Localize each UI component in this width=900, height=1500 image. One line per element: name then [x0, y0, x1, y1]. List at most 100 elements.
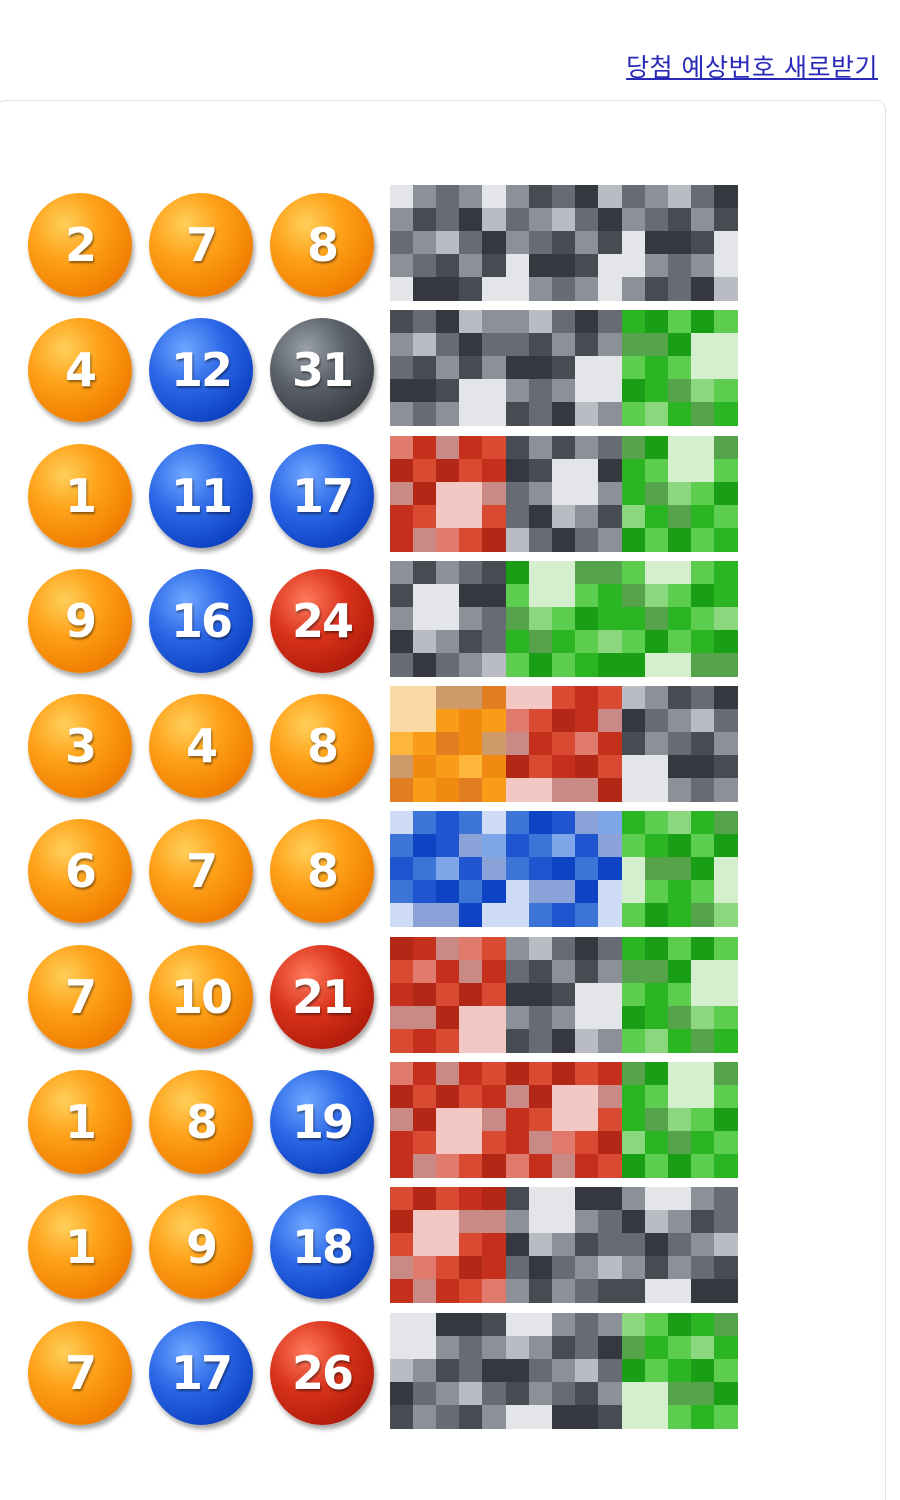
- mosaic-pixel: [598, 1233, 622, 1258]
- mosaic-pixel: [668, 1062, 692, 1087]
- mosaic-pixel: [552, 504, 576, 529]
- mosaic-pixel: [645, 1131, 669, 1156]
- mosaic-pixel: [645, 527, 669, 552]
- mosaic-pixel: [598, 277, 622, 301]
- mosaic-pixel: [436, 732, 460, 757]
- mosaic-pixel: [436, 583, 460, 608]
- mosaic-pixel: [436, 1131, 460, 1156]
- lotto-ball: 7: [28, 944, 132, 1049]
- mosaic-pixel: [691, 1358, 715, 1383]
- mosaic-pixel: [598, 755, 622, 780]
- mosaic-pixel: [552, 652, 576, 677]
- mosaic-pixel: [691, 606, 715, 631]
- mosaic-pixel: [529, 1131, 553, 1156]
- mosaic-pixel: [552, 778, 576, 803]
- mosaic-pixel: [390, 1154, 414, 1179]
- hidden-ball-mosaic: [622, 435, 738, 552]
- mosaic-pixel: [691, 1131, 715, 1156]
- mosaic-pixel: [482, 277, 506, 301]
- mosaic-pixel: [506, 1381, 530, 1406]
- mosaic-pixel: [691, 778, 715, 803]
- hidden-ball-mosaic: [622, 185, 738, 301]
- mosaic-pixel: [506, 629, 530, 654]
- mosaic-pixel: [575, 652, 599, 677]
- mosaic-pixel: [482, 310, 506, 335]
- hidden-ball-mosaic: [506, 435, 622, 552]
- mosaic-pixel: [714, 903, 738, 928]
- mosaic-pixel: [691, 458, 715, 483]
- mosaic-pixel: [575, 1108, 599, 1133]
- mosaic-pixel: [714, 629, 738, 654]
- mosaic-pixel: [390, 1404, 414, 1429]
- mosaic-pixel: [506, 880, 530, 905]
- mosaic-pixel: [645, 583, 669, 608]
- mosaic-pixel: [622, 1108, 646, 1133]
- refresh-numbers-link[interactable]: 당첨 예상번호 새로받기: [626, 48, 878, 84]
- mosaic-pixel: [645, 1062, 669, 1087]
- mosaic-pixel: [552, 959, 576, 984]
- lotto-ball: 12: [149, 318, 253, 423]
- mosaic-pixel: [622, 356, 646, 381]
- mosaic-pixel: [622, 903, 646, 928]
- mosaic-pixel: [459, 504, 483, 529]
- mosaic-pixel: [668, 732, 692, 757]
- mosaic-pixel: [714, 527, 738, 552]
- mosaic-pixel: [668, 755, 692, 780]
- mosaic-pixel: [622, 686, 646, 711]
- hidden-ball-mosaic: [622, 686, 738, 803]
- mosaic-pixel: [390, 1187, 414, 1212]
- mosaic-pixel: [529, 834, 553, 859]
- mosaic-pixel: [482, 778, 506, 803]
- mosaic-pixel: [482, 629, 506, 654]
- mosaic-pixel: [691, 686, 715, 711]
- mosaic-pixel: [390, 982, 414, 1007]
- mosaic-pixel: [714, 481, 738, 506]
- mosaic-pixel: [482, 1233, 506, 1258]
- mosaic-pixel: [714, 1358, 738, 1383]
- mosaic-pixel: [436, 857, 460, 882]
- mosaic-pixel: [645, 560, 669, 585]
- mosaic-pixel: [482, 709, 506, 734]
- mosaic-pixel: [552, 1404, 576, 1429]
- mosaic-pixel: [552, 310, 576, 335]
- mosaic-pixel: [529, 629, 553, 654]
- mosaic-pixel: [575, 560, 599, 585]
- number-row: 7 10 21: [28, 936, 768, 1062]
- mosaic-pixel: [622, 254, 646, 278]
- mosaic-pixel: [575, 504, 599, 529]
- mosaic-pixel: [668, 834, 692, 859]
- mosaic-pixel: [413, 458, 437, 483]
- mosaic-pixel: [668, 1108, 692, 1133]
- mosaic-pixel: [622, 481, 646, 506]
- mosaic-pixel: [552, 1279, 576, 1304]
- mosaic-pixel: [506, 402, 530, 427]
- mosaic-pixel: [645, 1187, 669, 1212]
- mosaic-pixel: [390, 880, 414, 905]
- mosaic-pixel: [413, 732, 437, 757]
- mosaic-pixel: [529, 1085, 553, 1110]
- mosaic-pixel: [413, 435, 437, 460]
- mosaic-pixel: [552, 709, 576, 734]
- mosaic-pixel: [622, 277, 646, 301]
- mosaic-pixel: [575, 880, 599, 905]
- mosaic-pixel: [459, 811, 483, 836]
- mosaic-pixel: [575, 732, 599, 757]
- mosaic-pixel: [598, 231, 622, 255]
- mosaic-pixel: [552, 880, 576, 905]
- mosaic-pixel: [529, 1108, 553, 1133]
- mosaic-pixel: [459, 1256, 483, 1281]
- lotto-ball: 26: [270, 1320, 374, 1425]
- mosaic-pixel: [622, 1062, 646, 1087]
- mosaic-pixel: [552, 560, 576, 585]
- mosaic-pixel: [436, 1028, 460, 1053]
- mosaic-pixel: [668, 1210, 692, 1235]
- mosaic-pixel: [552, 481, 576, 506]
- mosaic-pixel: [691, 834, 715, 859]
- mosaic-pixel: [622, 936, 646, 961]
- mosaic-pixel: [482, 1404, 506, 1429]
- mosaic-pixel: [598, 402, 622, 427]
- mosaic-pixel: [645, 709, 669, 734]
- mosaic-pixel: [506, 1187, 530, 1212]
- hidden-ball-mosaic: [506, 185, 622, 301]
- mosaic-pixel: [413, 481, 437, 506]
